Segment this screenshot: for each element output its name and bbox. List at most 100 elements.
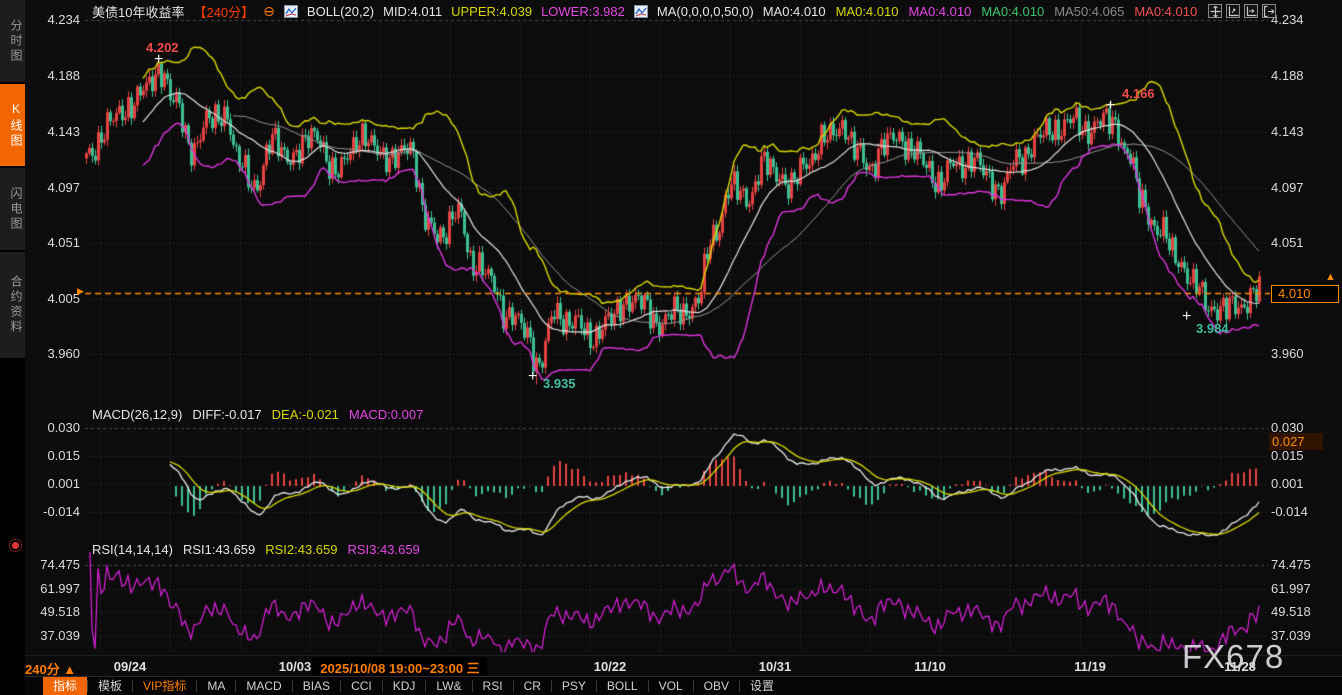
macd-dea-value: DEA:-0.021 — [272, 407, 339, 422]
low-annotation: 3.984 — [1196, 321, 1229, 336]
price-line-marker-icon: ▶ — [77, 286, 84, 297]
price-chart-canvas[interactable] — [0, 0, 1342, 695]
toolbar-item-BIAS[interactable]: BIAS — [293, 677, 340, 695]
rsi-label-right: 61.997 — [1271, 581, 1311, 596]
macd-label-right: -0.014 — [1271, 504, 1308, 519]
macd-label-left: 0.001 — [28, 476, 80, 491]
last-price-tag[interactable]: 4.010 — [1271, 285, 1339, 303]
rsi-label-left: 61.997 — [28, 581, 80, 596]
compare-icon[interactable]: ⊖ — [263, 3, 275, 20]
rsi-params: RSI(14,14,14) — [92, 542, 173, 557]
price-label-left: 3.960 — [28, 346, 80, 361]
ma-value-5: MA50:4.065 — [1054, 4, 1124, 19]
crosshair-marker: + — [1106, 101, 1115, 111]
crosshair-marker: + — [528, 372, 537, 382]
toolbar-item-VOL[interactable]: VOL — [649, 677, 693, 695]
macd-label-right: 0.001 — [1271, 476, 1304, 491]
rsi-label-left: 49.518 — [28, 604, 80, 619]
sidebar-item-1[interactable]: 分时图 — [0, 0, 25, 82]
toolbar-item-MA[interactable]: MA — [197, 677, 235, 695]
time-tick: 10/03 — [279, 659, 312, 674]
time-tick: 11/10 — [914, 659, 946, 674]
boll-mid-value: MID:4.011 — [383, 4, 442, 19]
rsi-label-right: 49.518 — [1271, 604, 1311, 619]
price-up-arrow-icon: ▲ — [1325, 271, 1336, 283]
price-label-left: 4.051 — [28, 235, 80, 250]
sidebar-chart-modes: 分时图K线图闪电图合约资料 — [0, 0, 25, 695]
toolbar-item-OBV[interactable]: OBV — [694, 677, 739, 695]
macd-label-left: 0.030 — [28, 420, 80, 435]
scale-right-axis-icon[interactable] — [1244, 4, 1258, 18]
toolbar-item-指标[interactable]: 指标 — [43, 677, 87, 695]
toolbar-item-PSY[interactable]: PSY — [552, 677, 596, 695]
period-tag[interactable]: 【240分】 — [193, 2, 254, 21]
sidebar-item-2[interactable]: K线图 — [0, 84, 25, 166]
toolbar-item-设置[interactable]: 设置 — [740, 677, 784, 695]
macd-header: MACD(26,12,9) DIFF:-0.017 DEA:-0.021 MAC… — [92, 407, 423, 422]
rsi-label-left: 74.475 — [28, 557, 80, 572]
rsi-label-right: 74.475 — [1271, 557, 1311, 572]
sidebar-item-4[interactable]: 合约资料 — [0, 252, 25, 358]
macd-params: MACD(26,12,9) — [92, 407, 182, 422]
toolbar-item-VIP指标[interactable]: VIP指标 — [133, 677, 196, 695]
time-tick: 10/31 — [759, 659, 792, 674]
macd-label-left: -0.014 — [28, 504, 80, 519]
rsi2-value: RSI2:43.659 — [265, 542, 337, 557]
toolbar-item-MACD[interactable]: MACD — [236, 677, 291, 695]
rsi3-value: RSI3:43.659 — [348, 542, 420, 557]
toolbar-item-KDJ[interactable]: KDJ — [383, 677, 426, 695]
rsi-label-left: 37.039 — [28, 628, 80, 643]
rsi-header: RSI(14,14,14) RSI1:43.659 RSI2:43.659 RS… — [92, 542, 420, 557]
ma-value-6: MA0:4.010 — [1134, 4, 1197, 19]
price-label-right: 3.960 — [1271, 346, 1304, 361]
ma-value-1: MA0:4.010 — [763, 4, 826, 19]
scale-left-axis-icon[interactable] — [1226, 4, 1240, 18]
toolbar-item-RSI[interactable]: RSI — [473, 677, 513, 695]
boll-label: BOLL(20,2) — [307, 4, 374, 19]
toolbar-item-CCI[interactable]: CCI — [341, 677, 382, 695]
price-label-left: 4.097 — [28, 180, 80, 195]
chart-header: 美债10年收益率 【240分】 ⊖ BOLL(20,2) MID:4.011 U… — [92, 3, 1197, 20]
time-tick: 09/24 — [114, 659, 147, 674]
macd-label-right: 0.015 — [1271, 448, 1304, 463]
high-annotation: 4.166 — [1122, 86, 1155, 101]
indicator-toolbar: 指标模板VIP指标MAMACDBIASCCIKDJLW&RSICRPSYBOLL… — [25, 676, 1342, 695]
ma-values: MA0:4.010 MA0:4.010 MA0:4.010 MA0:4.010 MA50… — [763, 4, 1197, 19]
trading-app-window: 分时图K线图闪电图合约资料 美债10年收益率 【240分】 ⊖ BOLL(20,… — [0, 0, 1342, 695]
crosshair-date-label: 2025/10/08 19:00~23:00 三 — [312, 657, 487, 678]
time-axis: 240分 ▲ 09/2410/0310/2210/3111/1011/1911/… — [25, 655, 1342, 676]
toolbar-item-CR[interactable]: CR — [514, 677, 551, 695]
crosshair-marker: + — [154, 55, 163, 65]
toolbar-item-模板[interactable]: 模板 — [88, 677, 132, 695]
toolbar-item-LW&[interactable]: LW& — [426, 677, 471, 695]
alert-dot-icon[interactable] — [12, 542, 19, 549]
price-label-right: 4.051 — [1271, 235, 1304, 250]
indicator-icon[interactable] — [284, 5, 298, 18]
boll-upper-value: UPPER:4.039 — [451, 4, 532, 19]
macd-macd-value: MACD:0.007 — [349, 407, 423, 422]
price-label-left: 4.188 — [28, 68, 80, 83]
price-label-left: 4.005 — [28, 291, 80, 306]
indicator-icon[interactable] — [634, 5, 648, 18]
macd-label-left: 0.015 — [28, 448, 80, 463]
sidebar-item-3[interactable]: 闪电图 — [0, 168, 25, 250]
ma-value-2: MA0:4.010 — [836, 4, 899, 19]
ma-label: MA(0,0,0,0,50,0) — [657, 4, 754, 19]
toolbar-item-BOLL[interactable]: BOLL — [597, 677, 648, 695]
crosshair-marker: + — [1182, 312, 1191, 322]
macd-scale-highlight: 0.027 — [1269, 433, 1323, 450]
move-chart-icon[interactable] — [1208, 4, 1222, 18]
price-label-right: 4.143 — [1271, 124, 1304, 139]
time-tick: 10/22 — [594, 659, 627, 674]
macd-diff-value: DIFF:-0.017 — [192, 407, 261, 422]
watermark: FX678 — [1182, 638, 1284, 676]
price-label-left: 4.234 — [28, 12, 80, 27]
window-controls — [1208, 4, 1276, 18]
boll-lower-value: LOWER:3.982 — [541, 4, 625, 19]
price-label-left: 4.143 — [28, 124, 80, 139]
ma-value-3: MA0:4.010 — [908, 4, 971, 19]
rsi1-value: RSI1:43.659 — [183, 542, 255, 557]
price-label-right: 4.097 — [1271, 180, 1304, 195]
ma-value-4: MA0:4.010 — [981, 4, 1044, 19]
exit-chart-icon[interactable] — [1262, 4, 1276, 18]
